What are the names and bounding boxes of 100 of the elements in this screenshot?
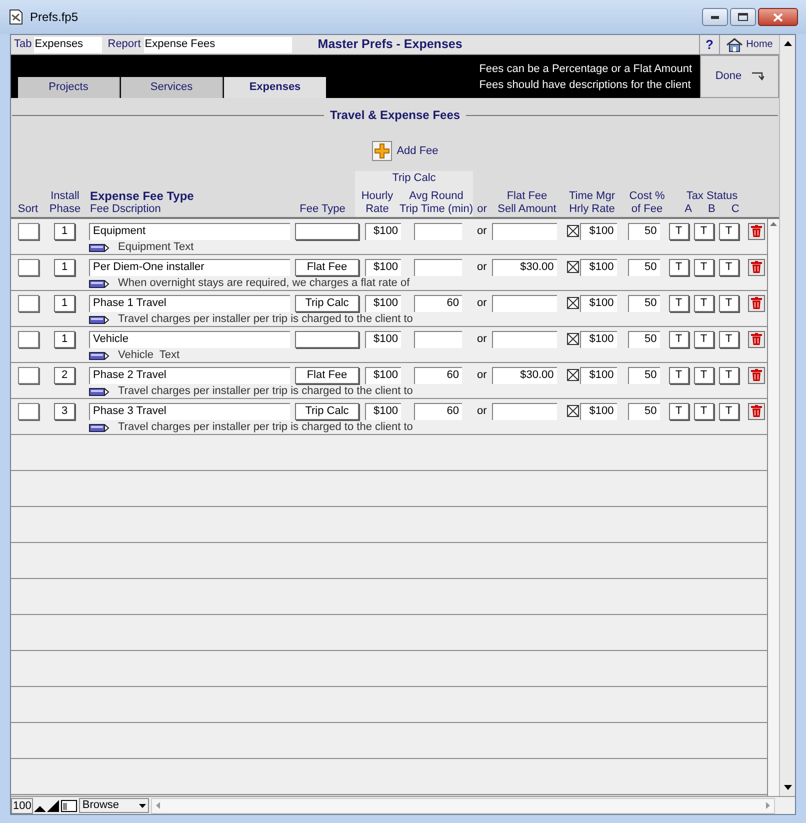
hourly-rate-field[interactable]: $100 (365, 222, 401, 240)
tab[interactable]: Services (121, 77, 223, 98)
tax-status-button[interactable]: T (668, 402, 689, 420)
delete-button[interactable] (748, 330, 765, 348)
sell-amount-field[interactable] (492, 222, 557, 240)
tab[interactable]: Projects (18, 77, 120, 98)
sort-field[interactable] (18, 294, 39, 312)
time-mgr-rate-field[interactable]: $100 (580, 402, 617, 420)
help-button[interactable]: ? (699, 35, 719, 54)
layout-icon[interactable] (61, 800, 78, 812)
delete-button[interactable] (748, 366, 765, 384)
close-button[interactable] (758, 8, 798, 26)
delete-button[interactable] (748, 402, 765, 420)
fee-type-field[interactable] (295, 330, 359, 348)
tax-status-button[interactable]: T (694, 330, 714, 348)
minimize-button[interactable] (702, 8, 728, 26)
trip-time-field[interactable] (414, 330, 462, 348)
fee-name-field[interactable]: Vehicle (89, 330, 290, 348)
time-mgr-rate-field[interactable]: $100 (580, 294, 617, 312)
sort-field[interactable] (18, 222, 39, 240)
phase-field[interactable]: 1 (54, 294, 75, 312)
sell-amount-field[interactable] (492, 294, 557, 312)
sell-amount-field[interactable] (492, 330, 557, 348)
phase-field[interactable]: 1 (54, 222, 75, 240)
cost-percent-field[interactable]: 50 (628, 258, 660, 276)
sell-amount-field[interactable]: $30.00 (492, 258, 557, 276)
zoom-level[interactable]: 100 (11, 798, 34, 814)
add-fee-button[interactable]: Add Fee (372, 141, 438, 161)
delete-button[interactable] (748, 294, 765, 312)
hourly-rate-field[interactable]: $100 (365, 258, 401, 276)
tax-status-button[interactable]: T (668, 366, 689, 384)
phase-field[interactable]: 1 (54, 330, 75, 348)
hourly-rate-field[interactable]: $100 (365, 402, 401, 420)
trip-time-field[interactable]: 60 (414, 402, 462, 420)
fee-type-field[interactable]: Flat Fee (295, 366, 359, 384)
tax-status-button[interactable]: T (718, 258, 739, 276)
phase-field[interactable]: 2 (54, 366, 75, 384)
fee-name-field[interactable]: Per Diem-One installer (89, 258, 290, 276)
tab-field[interactable]: Expenses (34, 36, 102, 52)
done-button[interactable]: Done (700, 55, 779, 98)
sort-field[interactable] (18, 258, 39, 276)
tax-status-button[interactable]: T (718, 402, 739, 420)
trip-time-field[interactable] (414, 222, 462, 240)
phase-field[interactable]: 1 (54, 258, 75, 276)
time-mgr-rate-field[interactable]: $100 (580, 222, 617, 240)
window-scrollbar[interactable] (779, 35, 795, 796)
time-mgr-checkbox[interactable] (566, 369, 579, 381)
hourly-rate-field[interactable]: $100 (365, 366, 401, 384)
cost-percent-field[interactable]: 50 (628, 330, 660, 348)
cost-percent-field[interactable]: 50 (628, 366, 660, 384)
fee-type-field[interactable]: Trip Calc (295, 402, 359, 420)
time-mgr-checkbox[interactable] (566, 225, 579, 237)
tax-status-button[interactable]: T (668, 222, 689, 240)
tax-status-button[interactable]: T (718, 222, 739, 240)
time-mgr-checkbox[interactable] (566, 297, 579, 309)
time-mgr-rate-field[interactable]: $100 (580, 330, 617, 348)
sort-field[interactable] (18, 366, 39, 384)
delete-button[interactable] (748, 258, 765, 276)
fee-name-field[interactable]: Equipment (89, 222, 290, 240)
tax-status-button[interactable]: T (668, 258, 689, 276)
fee-type-field[interactable]: Trip Calc (295, 294, 359, 312)
tax-status-button[interactable]: T (718, 294, 739, 312)
tab[interactable]: Expenses (224, 77, 326, 98)
maximize-button[interactable] (730, 8, 756, 26)
tax-status-button[interactable]: T (718, 366, 739, 384)
tax-status-button[interactable]: T (668, 330, 689, 348)
tax-status-button[interactable]: T (694, 258, 714, 276)
tax-status-button[interactable]: T (668, 294, 689, 312)
fee-type-field[interactable]: Flat Fee (295, 258, 359, 276)
time-mgr-rate-field[interactable]: $100 (580, 366, 617, 384)
trip-time-field[interactable]: 60 (414, 294, 462, 312)
tax-status-button[interactable]: T (694, 366, 714, 384)
cost-percent-field[interactable]: 50 (628, 402, 660, 420)
report-field[interactable]: Expense Fees (144, 36, 292, 52)
fee-name-field[interactable]: Phase 2 Travel (89, 366, 290, 384)
sell-amount-field[interactable] (492, 402, 557, 420)
sell-amount-field[interactable]: $30.00 (492, 366, 557, 384)
sort-field[interactable] (18, 402, 39, 420)
trip-time-field[interactable] (414, 258, 462, 276)
time-mgr-checkbox[interactable] (566, 405, 579, 417)
mode-dropdown[interactable]: Browse (79, 798, 150, 813)
tax-status-button[interactable]: T (694, 402, 714, 420)
hourly-rate-field[interactable]: $100 (365, 294, 401, 312)
time-mgr-checkbox[interactable] (566, 333, 579, 345)
time-mgr-checkbox[interactable] (566, 261, 579, 273)
tax-status-button[interactable]: T (694, 294, 714, 312)
tax-status-button[interactable]: T (718, 330, 739, 348)
fee-name-field[interactable]: Phase 1 Travel (89, 294, 290, 312)
time-mgr-rate-field[interactable]: $100 (580, 258, 617, 276)
phase-field[interactable]: 3 (54, 402, 75, 420)
horizontal-scrollbar[interactable] (151, 798, 775, 814)
sort-field[interactable] (18, 330, 39, 348)
trip-time-field[interactable]: 60 (414, 366, 462, 384)
fee-name-field[interactable]: Phase 3 Travel (89, 402, 290, 420)
cost-percent-field[interactable]: 50 (628, 294, 660, 312)
cost-percent-field[interactable]: 50 (628, 222, 660, 240)
hourly-rate-field[interactable]: $100 (365, 330, 401, 348)
delete-button[interactable] (748, 222, 765, 240)
list-scrollbar[interactable] (767, 219, 779, 796)
tax-status-button[interactable]: T (694, 222, 714, 240)
